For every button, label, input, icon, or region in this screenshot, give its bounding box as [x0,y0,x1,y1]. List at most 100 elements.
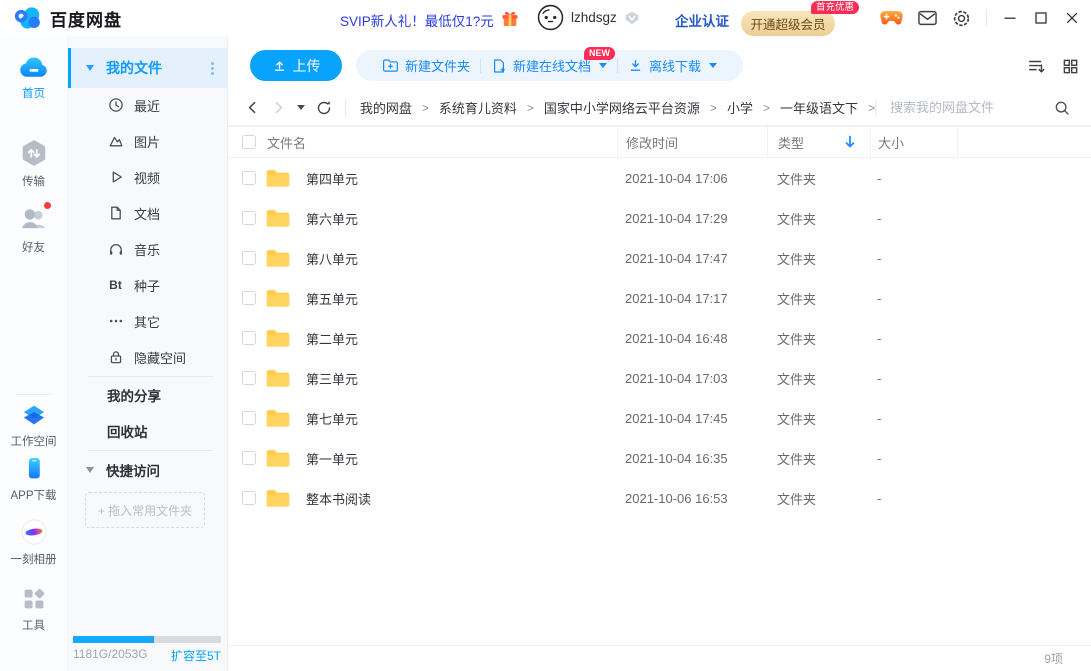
gift-icon[interactable] [500,8,520,29]
avatar[interactable] [537,4,564,31]
grid-view-icon[interactable] [1062,58,1079,75]
file-name[interactable]: 第三单元 [306,369,358,388]
file-time: 2021-10-04 16:48 [617,318,767,358]
search-input[interactable] [890,100,1050,115]
breadcrumb-item[interactable]: 国家中小学网络云平台资源 [544,98,700,117]
sidebar-item-others[interactable]: 其它 [68,303,228,339]
rail-label: 工具 [0,617,67,633]
sidebar-item-pictures[interactable]: 图片 [68,123,228,159]
rail-item-friends[interactable]: 好友 [0,204,67,255]
sidebar-item-hidden-space[interactable]: 隐藏空间 [68,339,228,375]
file-name[interactable]: 第七单元 [306,409,358,428]
sort-desc-icon[interactable] [844,135,856,149]
games-icon[interactable] [880,10,903,26]
row-checkbox[interactable] [242,331,256,345]
column-header-size[interactable]: 大小 [878,133,904,152]
enterprise-cert-link[interactable]: 企业认证 [675,10,729,30]
rail-item-home[interactable]: 首页 [0,54,67,101]
refresh-icon[interactable] [316,100,332,116]
file-name[interactable]: 第一单元 [306,449,358,468]
table-row[interactable]: 第六单元 2021-10-04 17:29 文件夹 - [228,198,1091,238]
rail-item-workspace[interactable]: 工作空间 [0,402,67,449]
transfer-icon [0,138,67,168]
sidebar-item-torrents[interactable]: Bt 种子 [68,267,228,303]
sidebar-item-quick-access[interactable]: 快捷访问 [68,452,228,488]
row-checkbox[interactable] [242,211,256,225]
vip-level-badge-icon[interactable] [624,11,640,25]
rail-item-app-download[interactable]: APP下载 [0,456,67,503]
row-checkbox[interactable] [242,371,256,385]
new-folder-button[interactable]: 新建文件夹 [372,56,480,75]
offline-download-button[interactable]: 离线下载 [618,56,727,75]
chevron-down-icon[interactable] [86,65,94,71]
column-header-type[interactable]: 类型 [778,133,804,152]
chevron-down-icon[interactable] [86,467,94,473]
sidebar-item-videos[interactable]: 视频 [68,159,228,195]
sort-list-icon[interactable] [1027,57,1046,75]
breadcrumb-item-current[interactable]: 一年级语文下 [780,98,858,117]
svip-promo-link[interactable]: SVIP新人礼！最低仅1?元 [340,10,494,30]
new-online-doc-button[interactable]: NEW 新建在线文档 [481,56,617,75]
sidebar-item-my-shares[interactable]: 我的分享 [68,377,228,413]
sidebar-divider [88,450,213,451]
table-row[interactable]: 第四单元 2021-10-04 17:06 文件夹 - [228,158,1091,198]
sidebar-item-recycle-bin[interactable]: 回收站 [68,413,228,449]
sidebar-item-my-files[interactable]: 我的文件 [68,48,228,88]
album-icon [0,518,67,546]
row-checkbox[interactable] [242,451,256,465]
user-account[interactable]: lzhdsgz [537,4,640,31]
minimize-button[interactable] [1002,10,1018,26]
row-checkbox[interactable] [242,411,256,425]
column-header-name[interactable]: 文件名 [267,133,306,152]
sidebar-item-music[interactable]: 音乐 [68,231,228,267]
row-checkbox[interactable] [242,291,256,305]
rail-label: 一刻相册 [0,551,67,567]
forward-button[interactable] [271,100,286,115]
file-name[interactable]: 第四单元 [306,169,358,188]
table-row[interactable]: 第五单元 2021-10-04 17:17 文件夹 - [228,278,1091,318]
column-header-time[interactable]: 修改时间 [626,133,678,152]
folder-icon [265,488,291,509]
table-row[interactable]: 第一单元 2021-10-04 16:35 文件夹 - [228,438,1091,478]
history-dropdown-icon[interactable] [297,105,305,110]
table-row[interactable]: 第二单元 2021-10-04 16:48 文件夹 - [228,318,1091,358]
settings-gear-icon[interactable] [952,9,971,28]
breadcrumb-item[interactable]: 小学 [727,98,753,117]
file-name[interactable]: 第二单元 [306,329,358,348]
open-svip-button[interactable]: 开通超级会员 [741,11,835,36]
table-row[interactable]: 第三单元 2021-10-04 17:03 文件夹 - [228,358,1091,398]
breadcrumb-item[interactable]: 我的网盘 [360,98,412,117]
rail-item-tools[interactable]: 工具 [0,586,67,633]
select-all-checkbox[interactable] [242,135,256,149]
rail-item-album[interactable]: 一刻相册 [0,518,67,567]
file-name[interactable]: 第八单元 [306,249,358,268]
row-checkbox[interactable] [242,491,256,505]
table-row[interactable]: 第七单元 2021-10-04 17:45 文件夹 - [228,398,1091,438]
lock-icon [107,349,124,365]
table-row[interactable]: 第八单元 2021-10-04 17:47 文件夹 - [228,238,1091,278]
row-checkbox[interactable] [242,251,256,265]
close-button[interactable] [1064,10,1080,26]
upload-button[interactable]: 上传 [250,50,342,81]
sidebar-item-recent[interactable]: 最近 [68,87,228,123]
storage-used-label: 1181G/2053G [73,647,148,664]
back-button[interactable] [245,100,260,115]
sidebar-item-documents[interactable]: 文档 [68,195,228,231]
file-name[interactable]: 第六单元 [306,209,358,228]
username: lzhdsgz [571,10,617,25]
file-name[interactable]: 第五单元 [306,289,358,308]
expand-storage-link[interactable]: 扩容至5T [171,647,221,664]
breadcrumb-item[interactable]: 系统育儿资料 [439,98,517,117]
titlebar-divider [986,10,987,26]
drag-folder-dropzone[interactable]: + 拖入常用文件夹 [85,492,205,528]
maximize-button[interactable] [1033,10,1049,26]
file-size: - [870,358,957,398]
rail-item-transfer[interactable]: 传输 [0,138,67,189]
table-row[interactable]: 整本书阅读 2021-10-06 16:53 文件夹 - [228,478,1091,518]
more-menu-icon[interactable] [211,62,214,75]
file-name[interactable]: 整本书阅读 [306,489,371,508]
search-icon[interactable] [1054,100,1070,116]
storage-progressbar[interactable] [73,636,221,643]
messages-icon[interactable] [918,10,937,26]
row-checkbox[interactable] [242,171,256,185]
